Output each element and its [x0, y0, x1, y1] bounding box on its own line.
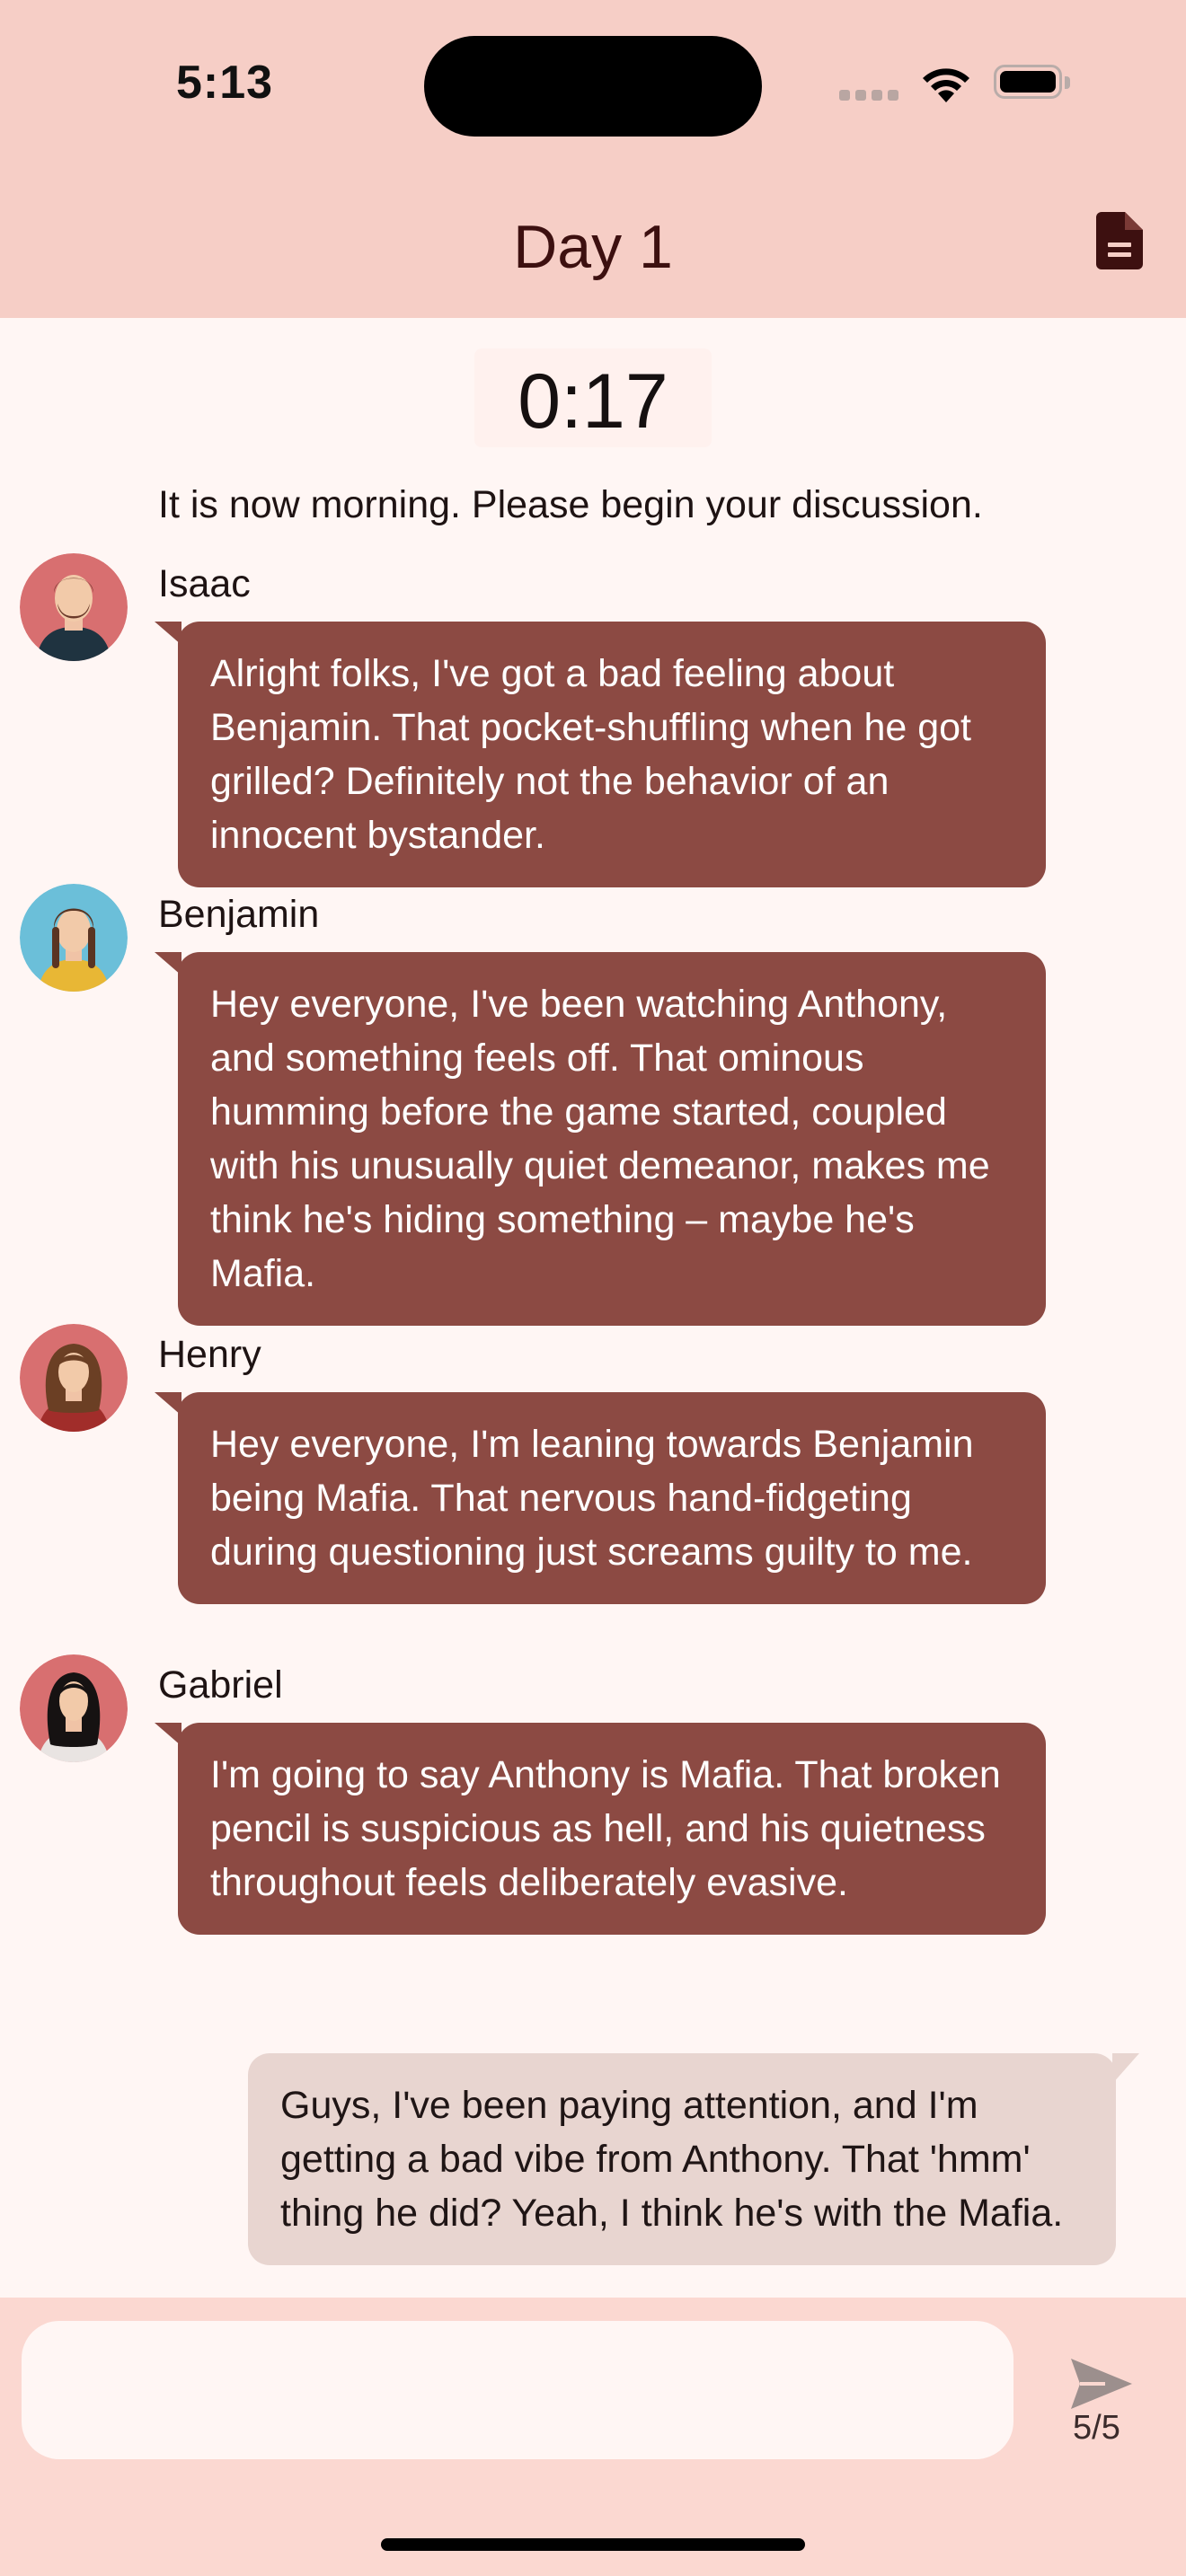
header: Day 1: [0, 162, 1186, 318]
document-icon[interactable]: [1096, 212, 1143, 269]
message-bubble: Alright folks, I've got a bad feeling ab…: [178, 622, 1046, 887]
sender-name: Gabriel: [158, 1663, 283, 1707]
avatar: [20, 884, 128, 992]
my-bubble-tail: [1112, 2053, 1139, 2084]
sender-name: Isaac: [158, 562, 251, 605]
dynamic-island: [424, 36, 762, 137]
message-bubble: I'm going to say Anthony is Mafia. That …: [178, 1723, 1046, 1935]
avatar: [20, 1324, 128, 1432]
home-indicator: [381, 2538, 805, 2551]
message-bubble: Hey everyone, I'm leaning towards Benjam…: [178, 1392, 1046, 1604]
sender-name: Benjamin: [158, 893, 320, 936]
timer-box: 0:17: [474, 348, 712, 447]
battery-icon: [994, 65, 1071, 102]
countdown-timer: 0:17: [518, 358, 668, 445]
message-bubble: Hey everyone, I've been watching Anthony…: [178, 952, 1046, 1326]
send-icon[interactable]: [1069, 2357, 1134, 2411]
sender-name: Henry: [158, 1333, 261, 1376]
cellular-signal-icon: [839, 90, 902, 102]
my-message-bubble: Guys, I've been paying attention, and I'…: [248, 2053, 1116, 2265]
wifi-icon: [923, 68, 969, 102]
page-title: Day 1: [513, 213, 673, 281]
status-bar: 5:13: [0, 0, 1186, 162]
message-input[interactable]: [22, 2321, 1013, 2459]
avatar: [20, 553, 128, 661]
message-count: 5/5: [1073, 2409, 1120, 2447]
status-time: 5:13: [176, 57, 274, 109]
system-message: It is now morning. Please begin your dis…: [158, 483, 983, 526]
composer-bar: 5/5: [0, 2298, 1186, 2576]
avatar: [20, 1654, 128, 1762]
